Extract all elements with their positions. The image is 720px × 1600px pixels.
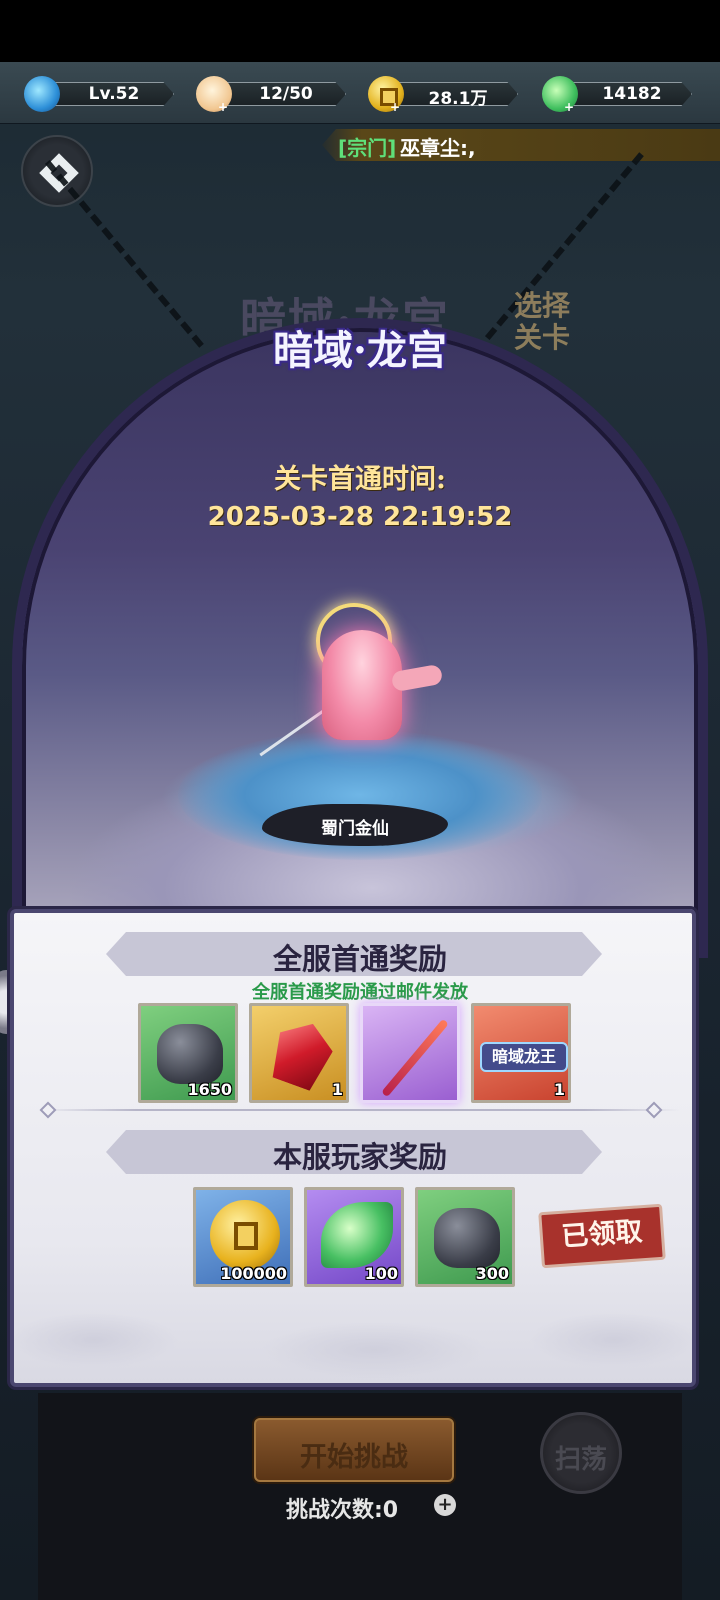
section-divider	[40, 1109, 680, 1111]
level-value: Lv.52	[88, 84, 140, 104]
status-bar	[0, 0, 720, 62]
stamina-value: 12/50	[259, 84, 313, 104]
item-count: 1	[553, 1080, 565, 1099]
stage-title: 暗域·龙宫	[273, 327, 447, 374]
mail-note: 全服首通奖励通过邮件发放	[252, 982, 468, 1003]
reward-item[interactable]: 1650	[138, 1003, 238, 1103]
level-swirl-icon	[24, 76, 60, 112]
first-clear-time: 2025-03-28 22:19:52	[207, 502, 513, 532]
ore-rock-icon	[434, 1208, 500, 1268]
claimed-stamp: 已领取	[538, 1203, 666, 1269]
reward-item[interactable]: 300	[415, 1187, 515, 1287]
chat-channel: [宗门]	[338, 136, 397, 160]
player-reward-title: 本服玩家奖励	[272, 1140, 447, 1174]
attempts-count: 挑战次数:0	[286, 1498, 399, 1523]
coin-value: 28.1万	[428, 89, 488, 109]
chat-message: 巫章尘:,	[400, 136, 476, 160]
item-count: 1	[331, 1080, 343, 1099]
jade-value: 14182	[602, 84, 662, 104]
sweep-label: 扫荡	[554, 1445, 607, 1475]
item-count: 100	[364, 1264, 398, 1283]
add-attempts-button[interactable]: +	[434, 1494, 456, 1516]
hero-name: 蜀门金仙	[321, 819, 389, 839]
stamina-display[interactable]: + 12/50	[196, 76, 346, 114]
item-count: 100000	[220, 1264, 287, 1283]
plus-icon: +	[218, 100, 229, 114]
plus-icon: +	[564, 100, 575, 114]
reward-item[interactable]	[360, 1003, 460, 1103]
gold-coin-icon	[210, 1200, 280, 1270]
ore-rock-icon	[157, 1024, 223, 1084]
coin-display[interactable]: + 28.1万	[368, 76, 518, 114]
hero-character[interactable]	[322, 630, 402, 740]
first-clear-label: 关卡首通时间:	[274, 464, 446, 495]
server-first-title: 全服首通奖励	[272, 942, 447, 976]
chat-ticker[interactable]: [宗门] 巫章尘:,	[322, 129, 720, 161]
red-gem-icon	[265, 1014, 340, 1093]
resource-bar: Lv.52 + 12/50 + 28.1万 + 14182	[0, 62, 720, 124]
plus-icon: +	[390, 100, 401, 114]
item-count: 300	[475, 1264, 509, 1283]
reward-item[interactable]: 暗域龙王 1	[471, 1003, 571, 1103]
jade-display[interactable]: + 14182	[542, 76, 692, 114]
start-challenge-label: 开始挑战	[300, 1442, 408, 1473]
item-count: 1650	[187, 1080, 232, 1099]
reward-item[interactable]: 100	[304, 1187, 404, 1287]
reward-item[interactable]: 1	[249, 1003, 349, 1103]
title-badge-icon: 暗域龙王	[480, 1042, 568, 1072]
sword-icon	[381, 1018, 449, 1098]
reward-item[interactable]: 100000	[193, 1187, 293, 1287]
cloud-decoration	[14, 1300, 692, 1384]
jade-leaf-icon	[321, 1202, 393, 1268]
game-screen: Lv.52 + 12/50 + 28.1万 + 14182 [宗门] 巫章尘:,	[0, 0, 720, 1600]
level-display[interactable]: Lv.52	[24, 76, 174, 112]
